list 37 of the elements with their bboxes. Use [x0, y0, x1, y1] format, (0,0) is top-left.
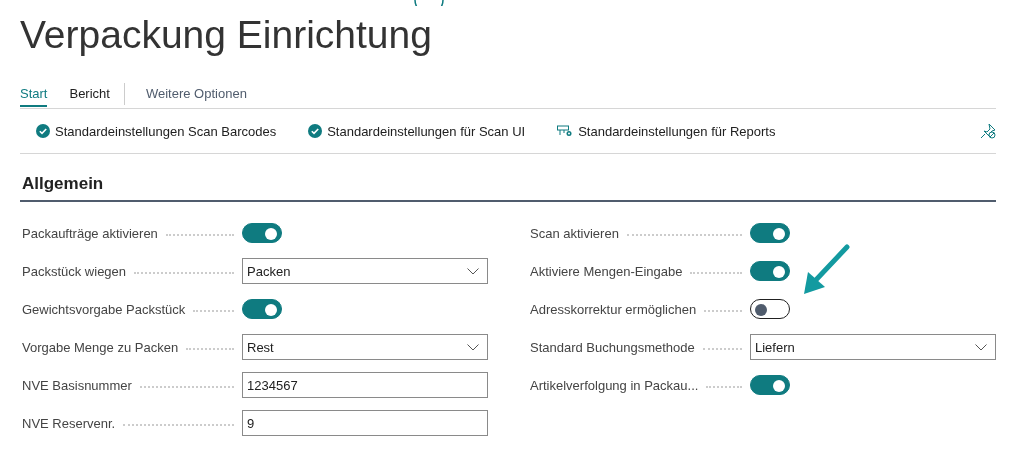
toggle-switch[interactable] — [242, 299, 282, 319]
unpin-icon[interactable] — [980, 123, 996, 139]
check-circle-icon — [36, 124, 50, 138]
chevron-down-icon — [467, 343, 479, 351]
field-label: Packstück wiegen — [21, 263, 127, 279]
dropdown-field[interactable]: Rest — [242, 334, 488, 360]
field-label: Standard Buchungsmethode — [529, 339, 695, 355]
tab[interactable]: Bericht — [69, 81, 110, 107]
toggle-switch[interactable] — [750, 261, 790, 281]
field-label: Gewichtsvorgabe Packstück — [21, 301, 186, 317]
field-label: NVE Basisnummer — [21, 377, 132, 393]
section-title: Allgemein — [20, 170, 996, 202]
dropdown-field[interactable]: Packen — [242, 258, 488, 284]
toggle-switch[interactable] — [242, 223, 282, 243]
gear-table-icon — [557, 125, 574, 137]
field-label: Vorgabe Menge zu Packen — [21, 339, 179, 355]
field-label: Artikelverfolgung in Packau... — [529, 377, 699, 393]
action-button[interactable]: Standardeinstellungen für Reports — [541, 123, 792, 139]
tab[interactable]: Start — [20, 81, 48, 107]
field-label: Aktiviere Mengen-Eingabe — [529, 263, 683, 279]
toggle-switch[interactable] — [750, 223, 790, 243]
field-label: NVE Reservenr. — [21, 415, 116, 431]
toggle-switch[interactable] — [750, 299, 790, 319]
action-button[interactable]: Standardeinstellungen Scan Barcodes — [20, 123, 293, 139]
page-title: Verpackung Einrichtung — [20, 12, 432, 58]
field-label: Scan aktivieren — [529, 225, 619, 241]
toggle-switch[interactable] — [750, 375, 790, 395]
action-button[interactable]: Standardeinstellungen für Scan UI — [292, 123, 542, 139]
more-options-tab[interactable]: Weitere Optionen — [145, 81, 247, 107]
dropdown-field[interactable]: Liefern — [750, 334, 996, 360]
field-label: Packaufträge aktivieren — [21, 225, 158, 241]
chevron-down-icon — [467, 267, 479, 275]
chevron-down-icon — [975, 343, 987, 351]
input-field[interactable]: 9 — [242, 410, 488, 436]
field-label: Adresskorrektur ermöglichen — [529, 301, 697, 317]
check-circle-icon — [308, 124, 323, 138]
input-field[interactable]: 1234567 — [242, 372, 488, 398]
